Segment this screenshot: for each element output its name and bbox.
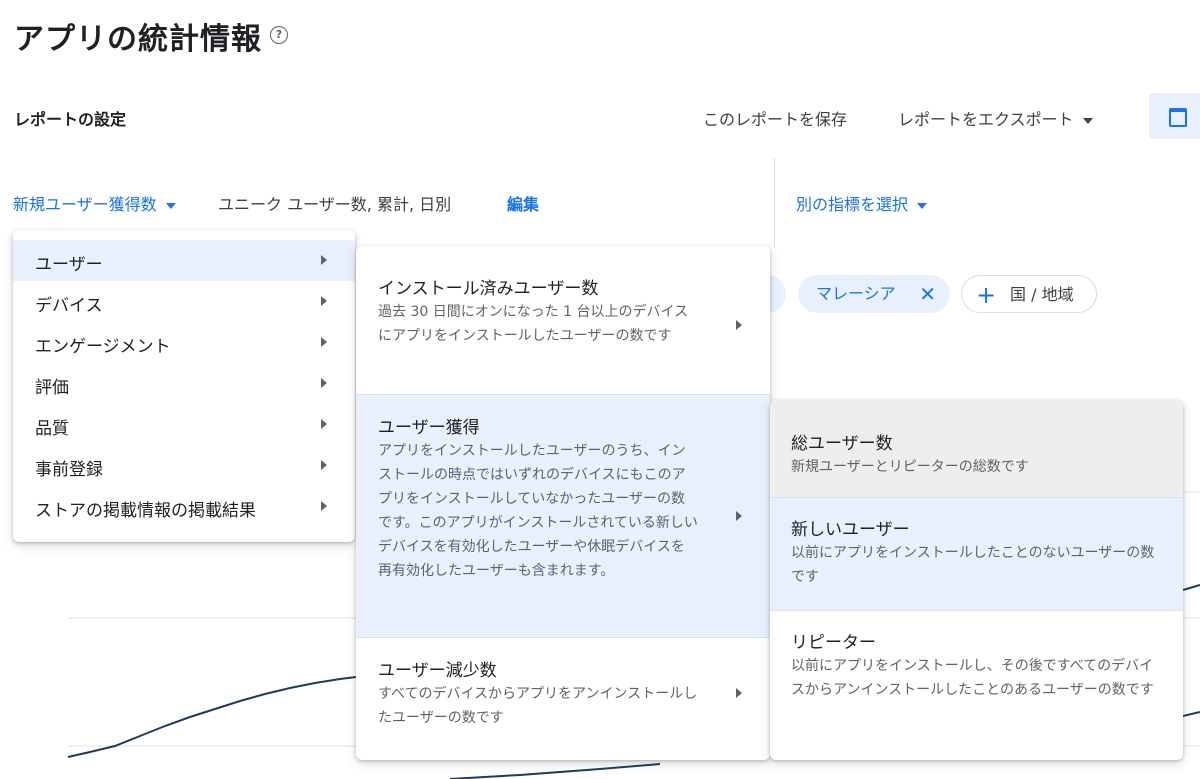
menu-item-description: アプリをインストールしたユーザーのうち、インストールの時点ではいずれのデバイスに… [378, 443, 698, 579]
menu-item-total-users[interactable]: 総ユーザー数 新規ユーザーとリピーターの総数です [770, 400, 1183, 497]
menu-item-description: 以前にアプリをインストールし、その後ですべてのデバイスからアンインストールしたこ… [791, 658, 1154, 698]
divider [774, 158, 775, 248]
menu-item-pre-registration[interactable]: 事前登録 [13, 445, 355, 486]
menu-item-title: インストール済みユーザー数 [378, 279, 599, 299]
menu-item-description: 新規ユーザーとリピーターの総数です [791, 459, 1029, 475]
menu-item-devices[interactable]: デバイス [13, 281, 355, 322]
caret-down-icon [1082, 117, 1093, 124]
menu-item-label: ユーザー [35, 255, 103, 275]
menu-item-installed-users[interactable]: インストール済みユーザー数 過去 30 日間にオンになった 1 台以上のデバイス… [356, 246, 770, 394]
calendar-icon [1169, 108, 1187, 127]
country-chip-label: マレーシア [816, 284, 896, 303]
menu-item-description: すべてのデバイスからアプリをアンインストールしたユーザーの数です [378, 686, 698, 726]
export-report-label: レポートをエクスポート [898, 110, 1074, 129]
menu-item-user-acquisition[interactable]: ユーザー獲得 アプリをインストールしたユーザーのうち、インストールの時点ではいず… [356, 395, 770, 637]
add-country-filter-button[interactable]: + 国 / 地域 [961, 275, 1097, 313]
metric-details: ユニーク ユーザー数, 累計, 日別 [218, 195, 452, 214]
metric-category-menu: ユーザー デバイス エンゲージメント 評価 品質 事前登録 ストアの掲載情報の掲… [13, 230, 355, 542]
menu-item-users[interactable]: ユーザー [13, 240, 355, 281]
caret-down-icon [165, 202, 176, 209]
chart-series-line [67, 676, 357, 758]
page-title: アプリの統計情報 [14, 22, 262, 57]
date-range-button[interactable] [1149, 93, 1200, 139]
menu-item-title: 総ユーザー数 [791, 434, 893, 454]
chevron-right-icon [321, 296, 327, 306]
chevron-right-icon [321, 501, 327, 511]
chevron-right-icon [736, 320, 742, 330]
metric-dropdown-label: 新規ユーザー獲得数 [13, 195, 157, 214]
country-filter-chip[interactable]: マレーシア ✕ [798, 275, 950, 313]
save-report-button[interactable]: このレポートを保存 [703, 106, 847, 130]
menu-item-quality[interactable]: 品質 [13, 404, 355, 445]
menu-item-title: ユーザー獲得 [378, 418, 480, 438]
chevron-right-icon [321, 337, 327, 347]
menu-item-new-users[interactable]: 新しいユーザー 以前にアプリをインストールしたことのないユーザーの数です [770, 498, 1183, 610]
menu-item-title: 新しいユーザー [791, 520, 910, 540]
menu-item-label: 品質 [35, 419, 69, 439]
report-settings-label: レポートの設定 [14, 110, 127, 129]
plus-icon: + [976, 281, 997, 309]
menu-item-user-loss[interactable]: ユーザー減少数 すべてのデバイスからアプリをアンインストールしたユーザーの数です [356, 638, 770, 760]
menu-item-description: 過去 30 日間にオンになった 1 台以上のデバイスにアプリをインストールしたユ… [378, 304, 689, 344]
chevron-right-icon [321, 255, 327, 265]
chart-series-line [1182, 711, 1200, 717]
chevron-right-icon [321, 378, 327, 388]
chevron-right-icon [321, 460, 327, 470]
chart-series-line [1182, 584, 1200, 591]
menu-item-label: 評価 [35, 378, 69, 398]
add-filter-label: 国 / 地域 [1010, 285, 1074, 304]
edit-link[interactable]: 編集 [507, 191, 539, 215]
menu-item-label: ストアの掲載情報の掲載結果 [35, 501, 256, 521]
menu-item-label: エンゲージメント [35, 337, 171, 357]
menu-item-title: リピーター [791, 633, 876, 653]
menu-item-store-listing[interactable]: ストアの掲載情報の掲載結果 [13, 486, 355, 527]
close-icon[interactable]: ✕ [919, 275, 936, 313]
compare-metric-label: 別の指標を選択 [796, 195, 909, 214]
menu-item-returning-users[interactable]: リピーター 以前にアプリをインストールし、その後ですべてのデバイスからアンインス… [770, 611, 1183, 760]
user-metrics-menu: インストール済みユーザー数 過去 30 日間にオンになった 1 台以上のデバイス… [356, 246, 770, 760]
help-icon[interactable]: ? [270, 26, 288, 44]
export-report-button[interactable]: レポートをエクスポート [898, 106, 1093, 130]
caret-down-icon [917, 202, 928, 209]
compare-metric-dropdown[interactable]: 別の指標を選択 [796, 191, 928, 215]
user-acquisition-submenu: 総ユーザー数 新規ユーザーとリピーターの総数です 新しいユーザー 以前にアプリを… [770, 400, 1183, 760]
metric-dropdown[interactable]: 新規ユーザー獲得数 [13, 191, 176, 215]
menu-item-label: 事前登録 [35, 460, 103, 480]
menu-item-description: 以前にアプリをインストールしたことのないユーザーの数です [791, 545, 1155, 585]
menu-item-title: ユーザー減少数 [378, 661, 497, 681]
menu-item-engagement[interactable]: エンゲージメント [13, 322, 355, 363]
chevron-right-icon [736, 511, 742, 521]
menu-item-ratings[interactable]: 評価 [13, 363, 355, 404]
menu-item-label: デバイス [35, 296, 103, 316]
chevron-right-icon [321, 419, 327, 429]
chart-series-line [449, 763, 661, 779]
chevron-right-icon [736, 688, 742, 698]
